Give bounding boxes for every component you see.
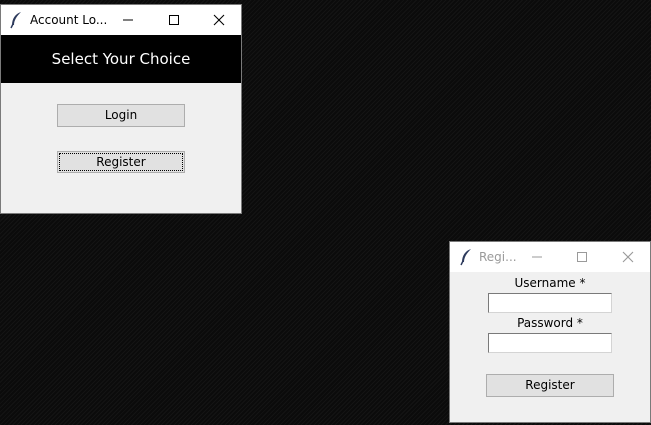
close-icon	[622, 251, 634, 263]
maximize-button[interactable]	[559, 242, 605, 272]
register-submit-button[interactable]: Register	[486, 374, 614, 397]
close-button[interactable]	[196, 5, 242, 35]
password-label: Password *	[517, 316, 583, 330]
minimize-button[interactable]	[105, 5, 151, 35]
window-title: Regi...	[479, 250, 517, 264]
account-login-window: Account Lo... Select Your Choice Login R…	[0, 4, 242, 214]
window-title: Account Lo...	[30, 13, 108, 27]
feather-icon	[459, 248, 473, 266]
select-choice-banner: Select Your Choice	[1, 35, 241, 83]
username-field[interactable]	[488, 293, 612, 313]
minimize-button[interactable]	[514, 242, 560, 272]
maximize-icon	[169, 15, 179, 25]
register-window: Regi... Username * Password * Register	[449, 241, 651, 423]
register-button[interactable]: Register	[57, 151, 185, 173]
minimize-icon	[532, 256, 542, 258]
close-button[interactable]	[605, 242, 651, 272]
login-button[interactable]: Login	[57, 104, 185, 127]
feather-icon	[9, 11, 23, 29]
username-label: Username *	[514, 276, 586, 290]
close-icon	[213, 14, 225, 26]
titlebar[interactable]: Regi...	[450, 242, 650, 272]
maximize-icon	[577, 252, 587, 262]
titlebar[interactable]: Account Lo...	[1, 5, 241, 35]
password-field[interactable]	[488, 333, 612, 353]
minimize-icon	[123, 19, 133, 21]
maximize-button[interactable]	[151, 5, 197, 35]
